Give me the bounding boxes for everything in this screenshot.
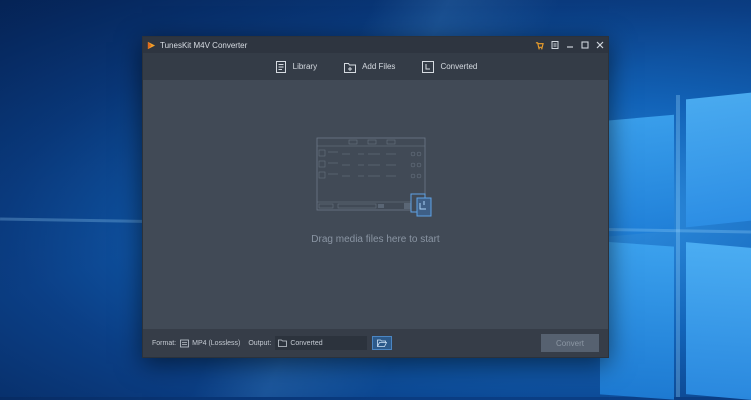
wallpaper-pane [600,241,674,400]
folder-icon [278,339,288,347]
converted-label: Converted [440,62,478,71]
output-label: Output: [248,339,272,347]
wallpaper-pane [600,114,674,238]
open-folder-icon [377,339,388,347]
format-value[interactable]: MP4 (Lossless) [192,340,240,347]
add-files-icon [344,62,357,73]
add-files-label: Add Files [362,62,396,71]
title-bar[interactable]: TunesKit M4V Converter [143,37,608,53]
wallpaper-pane [686,242,751,400]
cart-icon[interactable] [535,41,544,50]
output-path-field[interactable]: Converted [275,336,368,350]
library-label: Library [292,62,318,71]
library-button[interactable]: Library [274,60,317,74]
wallpaper-pane [686,92,751,228]
app-logo-icon [147,41,156,49]
convert-button[interactable]: Convert [541,334,599,352]
window-title: TunesKit M4V Converter [160,40,248,50]
browse-folder-button[interactable] [372,336,393,350]
drop-hint-text: Drag media files here to start [311,234,440,245]
add-files-button[interactable]: Add Files [343,60,395,74]
converted-button[interactable]: Converted [421,60,477,74]
format-icon[interactable] [180,339,190,348]
output-path-value: Converted [290,339,323,347]
drop-zone[interactable]: Drag media files here to start [143,80,608,329]
menu-icon[interactable] [550,41,559,50]
format-label: Format: [152,339,177,347]
minimize-icon[interactable] [565,41,574,50]
drag-drop-illustration-icon [316,137,432,217]
library-icon [275,60,286,73]
bottom-bar: Format: MP4 (Lossless) Output: Converted… [143,329,608,357]
close-icon[interactable] [595,41,604,50]
maximize-icon[interactable] [580,41,589,50]
converted-icon [422,60,435,73]
app-window: TunesKit M4V Converter Library Add Files… [142,36,609,358]
wallpaper-beam [676,95,680,397]
main-toolbar: Library Add Files Converted [143,53,608,80]
